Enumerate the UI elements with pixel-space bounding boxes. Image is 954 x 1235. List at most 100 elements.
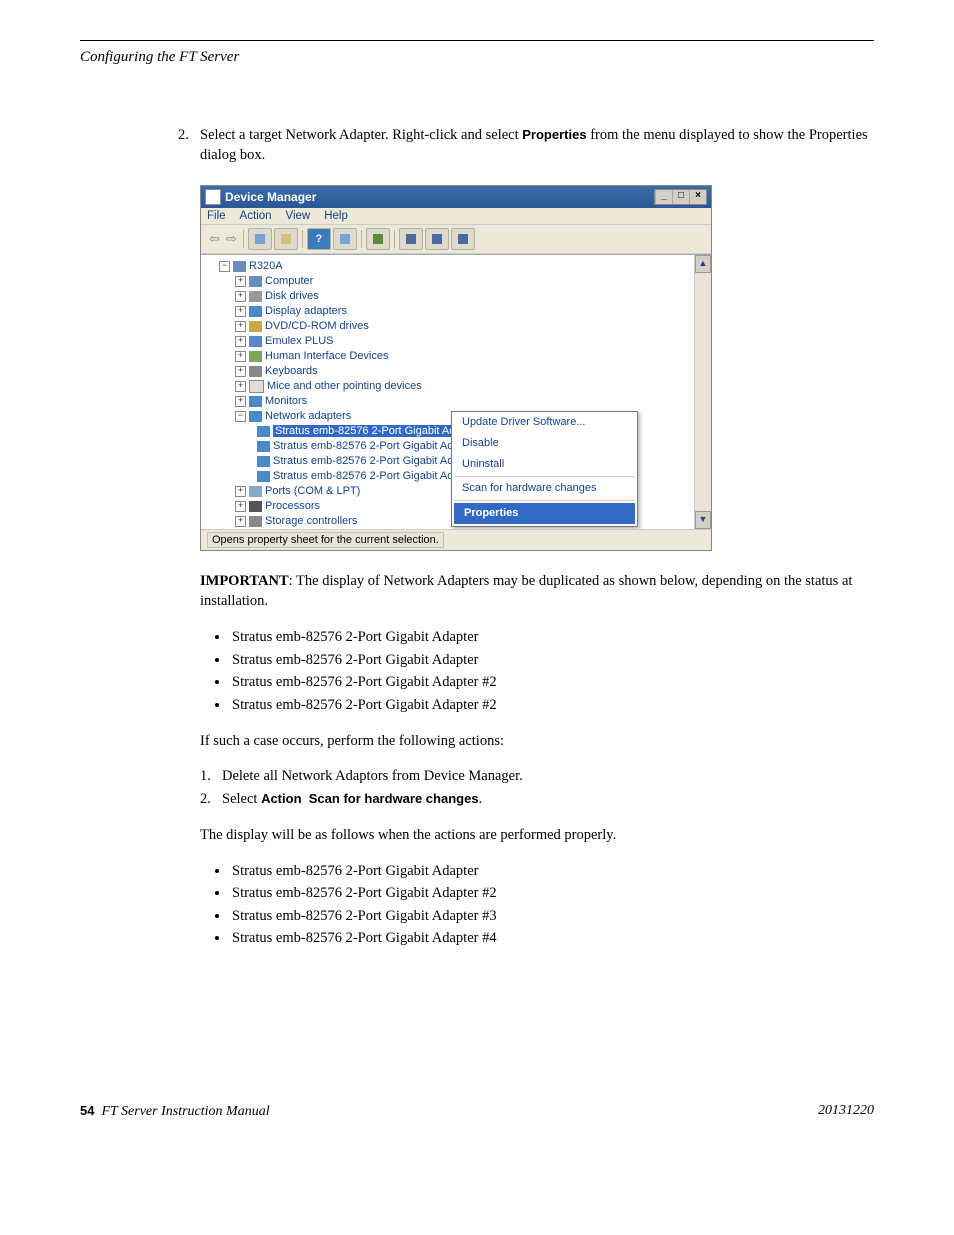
tree-node[interactable]: +Monitors — [205, 394, 707, 409]
page-number: 54 — [80, 1103, 94, 1118]
scroll-up-icon[interactable]: ▲ — [695, 255, 711, 273]
list-item: Stratus emb-82576 2-Port Gigabit Adapter — [230, 860, 874, 882]
menu-help[interactable]: Help — [324, 210, 348, 222]
toolbar-help-icon[interactable]: ? — [307, 228, 331, 250]
storage-icon — [249, 516, 262, 527]
expand-icon[interactable]: + — [235, 336, 246, 347]
keyboard-icon — [249, 366, 262, 377]
toolbar: ⇦ ⇨ ? — [201, 225, 711, 254]
list-item: Stratus emb-82576 2-Port Gigabit Adapter… — [230, 694, 874, 716]
tree-root[interactable]: −R320A — [205, 259, 707, 274]
action-item: 2.Select Action Scan for hardware change… — [200, 788, 874, 810]
toolbar-btn6-icon[interactable] — [399, 228, 423, 250]
expand-icon[interactable]: + — [235, 321, 246, 332]
actions-list: 1.Delete all Network Adaptors from Devic… — [200, 765, 874, 810]
important-text: : The display of Network Adapters may be… — [200, 573, 852, 609]
nic-icon — [257, 441, 270, 452]
important-para: IMPORTANT: The display of Network Adapte… — [200, 571, 874, 612]
step2-text-a: Select a target Network Adapter. Right-c… — [200, 127, 522, 143]
window-titlebar: Device Manager _ □ × — [201, 186, 711, 208]
step2-properties: Properties — [522, 127, 586, 142]
menu-action[interactable]: Action — [240, 210, 272, 222]
menu-view[interactable]: View — [286, 210, 311, 222]
list-item: Stratus emb-82576 2-Port Gigabit Adapter… — [230, 671, 874, 693]
toolbar-btn8-icon[interactable] — [451, 228, 475, 250]
nic-icon — [257, 426, 270, 437]
toolbar-btn2-icon[interactable] — [274, 228, 298, 250]
dvd-icon — [249, 321, 262, 332]
emulex-icon — [249, 336, 262, 347]
monitor-icon — [249, 396, 262, 407]
close-button[interactable]: × — [689, 190, 706, 204]
toolbar-btn1-icon[interactable] — [248, 228, 272, 250]
window-controls: _ □ × — [654, 189, 707, 205]
expand-icon[interactable]: + — [235, 396, 246, 407]
maximize-button[interactable]: □ — [672, 190, 689, 204]
mouse-icon — [249, 380, 264, 393]
expand-icon[interactable]: + — [235, 381, 246, 392]
statusbar-text: Opens property sheet for the current sel… — [207, 532, 444, 548]
ports-icon — [249, 486, 262, 497]
expand-icon[interactable]: + — [235, 276, 246, 287]
vertical-scrollbar[interactable]: ▲ ▼ — [694, 255, 711, 529]
scroll-down-icon[interactable]: ▼ — [695, 511, 711, 529]
expand-icon[interactable]: + — [235, 366, 246, 377]
minimize-button[interactable]: _ — [655, 190, 672, 204]
toolbar-btn5-icon[interactable] — [366, 228, 390, 250]
toolbar-btn4-icon[interactable] — [333, 228, 357, 250]
display-will-para: The display will be as follows when the … — [200, 825, 874, 845]
important-label: IMPORTANT — [200, 573, 289, 589]
network-icon — [249, 411, 262, 422]
menu-file[interactable]: File — [207, 210, 226, 222]
forward-button[interactable]: ⇨ — [224, 231, 239, 247]
ctx-scan[interactable]: Scan for hardware changes — [452, 478, 637, 499]
ctx-disable[interactable]: Disable — [452, 433, 637, 454]
list-item: Stratus emb-82576 2-Port Gigabit Adapter… — [230, 927, 874, 949]
ctx-update-driver[interactable]: Update Driver Software... — [452, 412, 637, 433]
tree-node[interactable]: +Human Interface Devices — [205, 349, 707, 364]
tree-node[interactable]: +Display adapters — [205, 304, 707, 319]
back-button[interactable]: ⇦ — [207, 231, 222, 247]
window-title: Device Manager — [225, 190, 316, 204]
device-tree[interactable]: −R320A +Computer +Disk drives +Display a… — [201, 254, 711, 529]
expand-icon[interactable]: + — [235, 306, 246, 317]
processor-icon — [249, 501, 262, 512]
expand-icon[interactable]: + — [235, 516, 246, 527]
list-item: Stratus emb-82576 2-Port Gigabit Adapter… — [230, 905, 874, 927]
tree-node[interactable]: +Emulex PLUS — [205, 334, 707, 349]
tree-node[interactable]: +Computer — [205, 274, 707, 289]
list-item: Stratus emb-82576 2-Port Gigabit Adapter — [230, 626, 874, 648]
step2-number: 2. — [178, 126, 200, 146]
expand-icon[interactable]: + — [235, 486, 246, 497]
expand-icon[interactable]: + — [235, 501, 246, 512]
tree-node[interactable]: +Disk drives — [205, 289, 707, 304]
menubar: File Action View Help — [201, 208, 711, 225]
tree-node[interactable]: +Keyboards — [205, 364, 707, 379]
final-adapters-list: Stratus emb-82576 2-Port Gigabit Adapter… — [200, 860, 874, 950]
ctx-uninstall[interactable]: Uninstall — [452, 454, 637, 475]
nic-icon — [257, 456, 270, 467]
computer-icon — [249, 276, 262, 287]
hid-icon — [249, 351, 262, 362]
duplicated-adapters-list: Stratus emb-82576 2-Port Gigabit Adapter… — [200, 626, 874, 716]
disk-icon — [249, 291, 262, 302]
expand-icon[interactable]: + — [235, 291, 246, 302]
list-item: Stratus emb-82576 2-Port Gigabit Adapter — [230, 649, 874, 671]
context-menu: Update Driver Software... Disable Uninst… — [451, 411, 638, 527]
collapse-icon[interactable]: − — [219, 261, 230, 272]
nic-icon — [257, 471, 270, 482]
expand-icon[interactable]: + — [235, 351, 246, 362]
running-head: Configuring the FT Server — [80, 49, 874, 66]
toolbar-btn7-icon[interactable] — [425, 228, 449, 250]
list-item: Stratus emb-82576 2-Port Gigabit Adapter… — [230, 882, 874, 904]
computer-icon — [233, 261, 246, 272]
tree-node[interactable]: +DVD/CD-ROM drives — [205, 319, 707, 334]
doc-date: 20131220 — [818, 1103, 874, 1120]
app-icon — [205, 189, 221, 205]
collapse-icon[interactable]: − — [235, 411, 246, 422]
selected-adapter[interactable]: Stratus emb-82576 2-Port Gigabit Ada — [273, 425, 464, 437]
device-manager-screenshot: Device Manager _ □ × File Action View He… — [200, 185, 712, 551]
ctx-properties[interactable]: Properties — [454, 503, 635, 524]
display-icon — [249, 306, 262, 317]
tree-node[interactable]: +Mice and other pointing devices — [205, 379, 707, 394]
